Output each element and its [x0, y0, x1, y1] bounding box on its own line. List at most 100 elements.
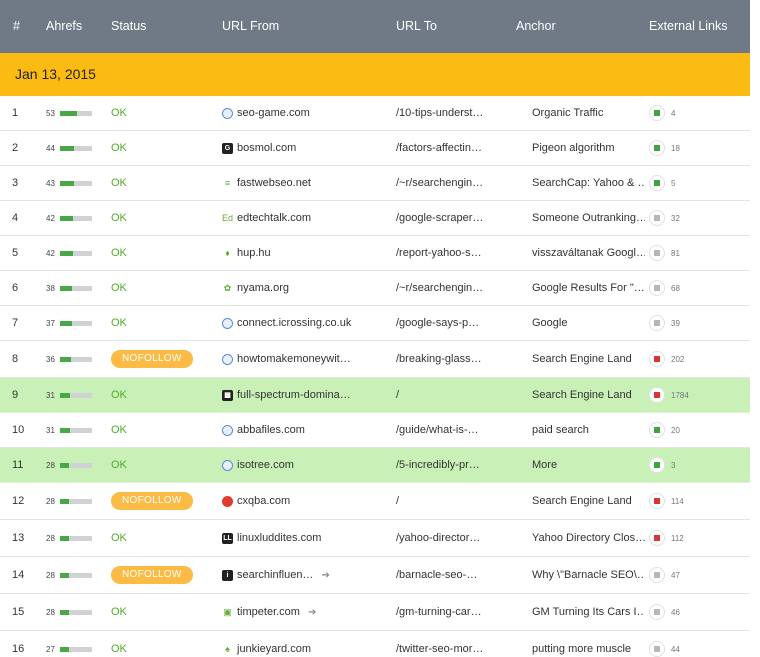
- table-row[interactable]: 8 36 NOFOLLOW howtomakemoneywit… /breaking-g…: [0, 341, 750, 378]
- external-links-count: 1784: [671, 390, 689, 400]
- table-row[interactable]: 3 43 OK ≡ fastwebseo.net /~r/searchengin… Sear…: [0, 166, 750, 201]
- table-row[interactable]: 1 53 OK seo-game.com/10-tips-underst… Organi…: [0, 96, 750, 131]
- col-header-url-to[interactable]: URL To: [396, 0, 437, 53]
- col-header-ahrefs[interactable]: Ahrefs: [46, 0, 82, 53]
- link-status-icon[interactable]: [649, 604, 665, 620]
- url-to-link[interactable]: /google-scraper…: [396, 201, 524, 235]
- url-to-link[interactable]: /google-says-p…: [396, 306, 524, 340]
- url-from-link[interactable]: nyama.org: [237, 282, 289, 294]
- url-to-link[interactable]: /~r/searchengin…: [396, 166, 524, 200]
- url-to-link[interactable]: /: [396, 378, 524, 412]
- url-from-link[interactable]: connect.icrossing.co.uk: [237, 317, 351, 329]
- url-from-link[interactable]: timpeter.com: [237, 606, 300, 618]
- table-row[interactable]: 4 42 OK Ed edtechtalk.com/google-scraper… Som…: [0, 201, 750, 236]
- link-status-icon[interactable]: [649, 105, 665, 121]
- ahrefs-rank-value: 28: [46, 570, 55, 580]
- globe-icon: [222, 353, 233, 365]
- url-to-link[interactable]: /yahoo-director…: [396, 520, 524, 556]
- url-from-link[interactable]: abbafiles.com: [237, 424, 305, 436]
- ahrefs-rank-value: 27: [46, 644, 55, 654]
- status-cell: OK: [111, 594, 221, 630]
- date-group-header: Jan 13, 2015: [0, 53, 750, 96]
- status-cell: OK: [111, 271, 221, 305]
- url-to-link[interactable]: /gm-turning-car…: [396, 594, 524, 630]
- table-row[interactable]: 6 38 OK ✿ nyama.org /~r/searchengin… Google Re…: [0, 271, 750, 306]
- link-status-icon[interactable]: [649, 245, 665, 261]
- url-from-link[interactable]: seo-game.com: [237, 107, 310, 119]
- ahrefs-rank-bar: [59, 110, 92, 116]
- table-row[interactable]: 11 28 OK isotree.com/5-incredibly-pr… More 3: [0, 448, 750, 483]
- url-to-link[interactable]: /report-yahoo-s…: [396, 236, 524, 270]
- url-from-link[interactable]: cxqba.com: [237, 495, 290, 507]
- link-status-icon[interactable]: [649, 530, 665, 546]
- external-links-cell: 18: [649, 131, 749, 165]
- url-to-link[interactable]: /~r/searchengin…: [396, 271, 524, 305]
- link-status-icon[interactable]: [649, 493, 665, 509]
- link-status-icon[interactable]: [649, 175, 665, 191]
- table-row[interactable]: 9 31 OK ▩ full-spectrum-domina… / Search Engin…: [0, 378, 750, 413]
- link-status-icon[interactable]: [649, 140, 665, 156]
- link-status-icon[interactable]: [649, 641, 665, 657]
- url-to-link[interactable]: /twitter-seo-mor…: [396, 631, 524, 657]
- link-status-icon[interactable]: [649, 315, 665, 331]
- external-links-count: 5: [671, 178, 676, 188]
- url-from-link[interactable]: edtechtalk.com: [237, 212, 311, 224]
- url-from-link[interactable]: howtomakemoneywit…: [237, 353, 351, 365]
- col-header-anchor[interactable]: Anchor: [516, 0, 556, 53]
- url-from-link[interactable]: junkieyard.com: [237, 643, 311, 655]
- col-header-external-links[interactable]: External Links: [649, 0, 728, 53]
- url-from-link[interactable]: linuxluddites.com: [237, 532, 321, 544]
- table-row[interactable]: 15 28 OK ▣ timpeter.com ➔ /gm-turning-car… GM T…: [0, 594, 750, 631]
- table-row[interactable]: 16 27 OK ♠ junkieyard.com/twitter-seo-mor… pu…: [0, 631, 750, 657]
- ahrefs-rank-value: 28: [46, 533, 55, 543]
- url-to-link[interactable]: /5-incredibly-pr…: [396, 448, 524, 482]
- link-status-icon[interactable]: [649, 457, 665, 473]
- url-from-cell: Gbosmol.com: [222, 131, 390, 165]
- table-row[interactable]: 7 37 OK connect.icrossing.co.uk/google-says…: [0, 306, 750, 341]
- link-status-icon[interactable]: [649, 567, 665, 583]
- status-ok: OK: [111, 424, 127, 436]
- table-row[interactable]: 5 42 OK ♦ hup.hu/report-yahoo-s… visszaváltan…: [0, 236, 750, 271]
- table-row[interactable]: 12 28 NOFOLLOW cxqba.com / Search Engine Land…: [0, 483, 750, 520]
- ahrefs-rank-bar: [59, 356, 92, 362]
- anchor-text: SearchCap: Yahoo & …: [532, 177, 645, 189]
- url-to-link[interactable]: /guide/what-is-…: [396, 413, 524, 447]
- anchor-text: Search Engine Land: [532, 389, 632, 401]
- status-cell: OK: [111, 236, 221, 270]
- link-status-icon[interactable]: [649, 422, 665, 438]
- url-to-link[interactable]: /barnacle-seo-…: [396, 557, 524, 593]
- url-from-link[interactable]: isotree.com: [237, 459, 294, 471]
- table-row[interactable]: 14 28 NOFOLLOW i searchinfluen… ➔ /barnacle-se…: [0, 557, 750, 594]
- url-to-link[interactable]: /10-tips-underst…: [396, 96, 524, 130]
- url-to-link[interactable]: /breaking-glass…: [396, 341, 524, 377]
- col-header-status[interactable]: Status: [111, 0, 146, 53]
- table-row[interactable]: 13 28 OK LL linuxluddites.com/yahoo-director…: [0, 520, 750, 557]
- row-number: 8: [12, 353, 19, 365]
- link-status-icon[interactable]: [649, 387, 665, 403]
- anchor-text: paid search: [532, 424, 589, 436]
- url-from-cell: i searchinfluen… ➔: [222, 557, 390, 593]
- ahrefs-rank-bar: [59, 427, 92, 433]
- url-from-link[interactable]: hup.hu: [237, 247, 271, 259]
- link-status-icon[interactable]: [649, 210, 665, 226]
- url-from-link[interactable]: full-spectrum-domina…: [237, 389, 351, 401]
- url-from-cell: Ed edtechtalk.com: [222, 201, 390, 235]
- url-to-link[interactable]: /factors-affectin…: [396, 131, 524, 165]
- timpeter-icon: ▣: [223, 606, 232, 617]
- ahrefs-rank-bar: [59, 498, 92, 504]
- link-status-icon[interactable]: [649, 351, 665, 367]
- col-header-url-from[interactable]: URL From: [222, 0, 279, 53]
- status-ok: OK: [111, 177, 127, 189]
- url-to-link[interactable]: /: [396, 483, 524, 519]
- fastwebseo-icon: ≡: [224, 177, 231, 188]
- ahrefs-rank-value: 42: [46, 213, 55, 223]
- url-from-link[interactable]: fastwebseo.net: [237, 177, 311, 189]
- col-header-num[interactable]: #: [13, 0, 20, 53]
- link-status-icon[interactable]: [649, 280, 665, 296]
- table-row[interactable]: 2 44 OK Gbosmol.com/factors-affectin… Pigeon…: [0, 131, 750, 166]
- url-from-link[interactable]: bosmol.com: [237, 142, 296, 154]
- ahrefs-rank-value: 38: [46, 283, 55, 293]
- status-ok: OK: [111, 459, 127, 471]
- url-from-link[interactable]: searchinfluen…: [237, 569, 313, 581]
- table-row[interactable]: 10 31 OK abbafiles.com/guide/what-is-… paid …: [0, 413, 750, 448]
